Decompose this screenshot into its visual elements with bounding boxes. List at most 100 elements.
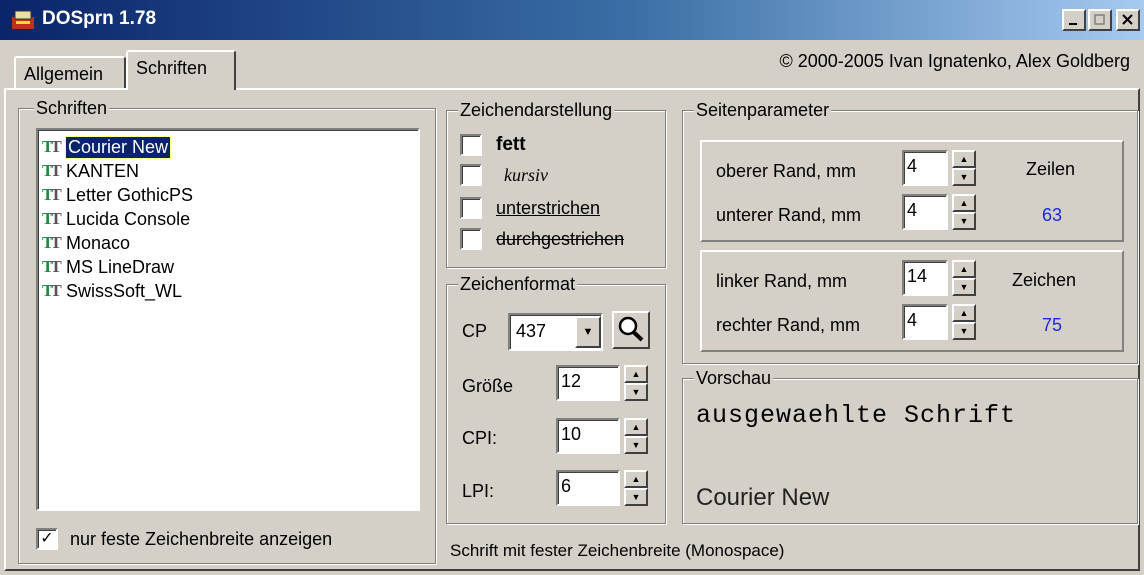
minimize-icon bbox=[1069, 23, 1077, 25]
checkbox-box[interactable] bbox=[460, 164, 482, 186]
font-name: MS LineDraw bbox=[66, 256, 175, 277]
magnifier-icon bbox=[618, 316, 644, 342]
codepage-select[interactable]: 437 ▼ bbox=[508, 313, 604, 351]
app-icon bbox=[12, 10, 34, 29]
copyright-text: © 2000-2005 Ivan Ignatenko, Alex Goldber… bbox=[779, 51, 1130, 71]
lpi-value[interactable]: 6 bbox=[556, 470, 620, 506]
bottom-margin-label: unterer Rand, mm bbox=[716, 205, 862, 225]
truetype-icon: TT bbox=[42, 137, 62, 156]
checkbox-box[interactable]: ✓ bbox=[36, 528, 58, 550]
spin-down-icon[interactable]: ▼ bbox=[624, 383, 648, 401]
left-margin-label: linker Rand, mm bbox=[716, 271, 848, 291]
close-icon bbox=[1122, 14, 1133, 25]
truetype-icon: TT bbox=[42, 185, 62, 204]
font-name: SwissSoft_WL bbox=[66, 280, 183, 301]
checkbox-box[interactable] bbox=[460, 228, 482, 250]
bottom-margin-spinner[interactable]: 4 ▲ ▼ bbox=[902, 194, 976, 230]
size-value[interactable]: 12 bbox=[556, 365, 620, 401]
left-margin-value[interactable]: 14 bbox=[902, 260, 948, 296]
page-params-legend: Seitenparameter bbox=[694, 100, 832, 120]
spin-down-icon[interactable]: ▼ bbox=[952, 212, 976, 230]
tab-label: Allgemein bbox=[24, 64, 104, 84]
truetype-icon: TT bbox=[42, 161, 62, 180]
maximize-button[interactable] bbox=[1088, 9, 1112, 31]
preview-sample-text: ausgewaehlte Schrift bbox=[696, 401, 1017, 430]
checkbox-box[interactable] bbox=[460, 134, 482, 156]
checkbox-label: fett bbox=[496, 134, 526, 155]
right-margin-label: rechter Rand, mm bbox=[716, 315, 861, 335]
list-item[interactable]: TT Letter GothicPS bbox=[38, 182, 418, 208]
close-button[interactable] bbox=[1116, 9, 1140, 31]
lpi-spinner[interactable]: 6 ▲ ▼ bbox=[556, 470, 648, 506]
chars-label: Zeichen bbox=[1012, 270, 1077, 290]
truetype-icon: TT bbox=[42, 281, 62, 300]
font-name: KANTEN bbox=[66, 160, 140, 181]
spin-up-icon[interactable]: ▲ bbox=[952, 260, 976, 278]
list-item[interactable]: TT Lucida Console bbox=[38, 206, 418, 232]
tab-allgemein[interactable]: Allgemein bbox=[14, 56, 126, 88]
spin-up-icon[interactable]: ▲ bbox=[952, 194, 976, 212]
right-margin-value[interactable]: 4 bbox=[902, 304, 948, 340]
preview-font-name: Courier New bbox=[696, 484, 830, 511]
truetype-icon: TT bbox=[42, 233, 62, 252]
underline-checkbox[interactable]: unterstrichen bbox=[460, 197, 600, 219]
tab-label: Schriften bbox=[136, 58, 208, 78]
font-name: Monaco bbox=[66, 232, 131, 253]
spin-up-icon[interactable]: ▲ bbox=[952, 150, 976, 168]
font-name: Letter GothicPS bbox=[66, 184, 194, 205]
lpi-label: LPI: bbox=[462, 481, 495, 501]
spin-up-icon[interactable]: ▲ bbox=[624, 470, 648, 488]
top-margin-value[interactable]: 4 bbox=[902, 150, 948, 186]
top-margin-label: oberer Rand, mm bbox=[716, 161, 857, 181]
size-spinner[interactable]: 12 ▲ ▼ bbox=[556, 365, 648, 401]
format-group-legend: Zeichenformat bbox=[458, 274, 578, 294]
title-bar[interactable]: DOSprn 1.78 bbox=[0, 0, 1144, 40]
status-text: Schrift mit fester Zeichenbreite (Monosp… bbox=[450, 541, 785, 560]
top-margin-spinner[interactable]: 4 ▲ ▼ bbox=[902, 150, 976, 186]
spin-down-icon[interactable]: ▼ bbox=[952, 278, 976, 296]
list-item[interactable]: TT MS LineDraw bbox=[38, 254, 418, 280]
window-title: DOSprn 1.78 bbox=[42, 8, 157, 29]
fonts-group-legend: Schriften bbox=[34, 98, 110, 118]
italic-checkbox[interactable]: kursiv bbox=[460, 164, 548, 186]
font-name: Lucida Console bbox=[66, 208, 191, 229]
bold-checkbox[interactable]: fett bbox=[460, 134, 526, 156]
size-label: Größe bbox=[462, 376, 514, 396]
list-item[interactable]: TT Courier New bbox=[38, 134, 418, 160]
list-item[interactable]: TT SwissSoft_WL bbox=[38, 278, 418, 304]
rows-label: Zeilen bbox=[1026, 159, 1076, 179]
truetype-icon: TT bbox=[42, 209, 62, 228]
rows-value: 63 bbox=[1042, 205, 1063, 225]
search-button[interactable] bbox=[612, 311, 650, 349]
spin-down-icon[interactable]: ▼ bbox=[624, 488, 648, 506]
checkbox-label: durchgestrichen bbox=[496, 228, 625, 249]
font-list[interactable]: TT Courier New TT KANTEN TT Letter Gothi… bbox=[36, 128, 420, 511]
maximize-icon bbox=[1094, 14, 1105, 25]
list-item[interactable]: TT KANTEN bbox=[38, 158, 418, 184]
tab-schriften[interactable]: Schriften bbox=[126, 50, 236, 90]
checkbox-label: nur feste Zeichenbreite anzeigen bbox=[70, 528, 333, 549]
spin-up-icon[interactable]: ▲ bbox=[952, 304, 976, 322]
checkbox-label: unterstrichen bbox=[496, 197, 601, 218]
spin-down-icon[interactable]: ▼ bbox=[952, 168, 976, 186]
spin-down-icon[interactable]: ▼ bbox=[952, 322, 976, 340]
truetype-icon: TT bbox=[42, 257, 62, 276]
spin-up-icon[interactable]: ▲ bbox=[624, 418, 648, 436]
style-group-legend: Zeichendarstellung bbox=[458, 100, 615, 120]
minimize-button[interactable] bbox=[1062, 9, 1086, 31]
cpi-value[interactable]: 10 bbox=[556, 418, 620, 454]
list-item[interactable]: TT Monaco bbox=[38, 230, 418, 256]
left-margin-spinner[interactable]: 14 ▲ ▼ bbox=[902, 260, 976, 296]
right-margin-spinner[interactable]: 4 ▲ ▼ bbox=[902, 304, 976, 340]
checkbox-box[interactable] bbox=[460, 197, 482, 219]
fixed-width-checkbox[interactable]: ✓ nur feste Zeichenbreite anzeigen bbox=[36, 528, 332, 550]
cpi-label: CPI: bbox=[462, 428, 498, 448]
cpi-spinner[interactable]: 10 ▲ ▼ bbox=[556, 418, 648, 454]
strike-checkbox[interactable]: durchgestrichen bbox=[460, 228, 624, 250]
preview-legend: Vorschau bbox=[694, 368, 774, 388]
spin-down-icon[interactable]: ▼ bbox=[624, 436, 648, 454]
bottom-margin-value[interactable]: 4 bbox=[902, 194, 948, 230]
spin-up-icon[interactable]: ▲ bbox=[624, 365, 648, 383]
cp-label: CP bbox=[462, 321, 488, 341]
chevron-down-icon[interactable]: ▼ bbox=[575, 316, 601, 348]
